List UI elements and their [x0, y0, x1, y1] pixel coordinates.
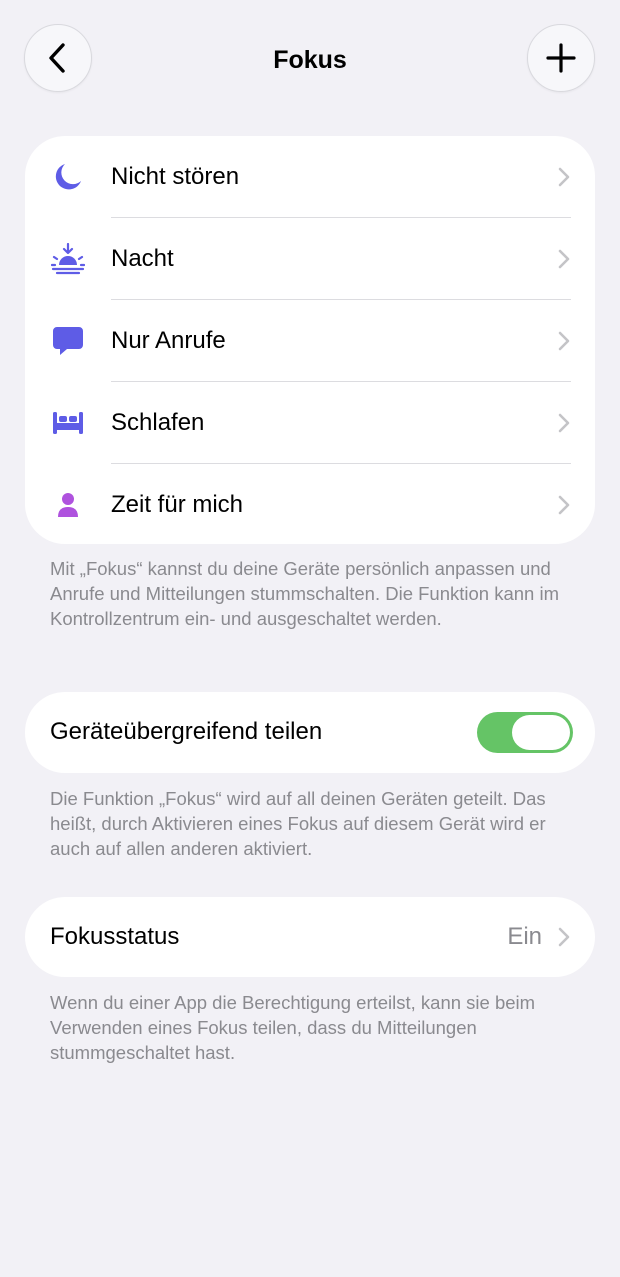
focus-item-label: Zeit für mich: [111, 491, 244, 518]
focus-status-value: Ein: [507, 923, 542, 950]
focus-item-night[interactable]: Nacht: [25, 218, 595, 300]
back-button[interactable]: [24, 24, 92, 92]
share-across-devices-label: Geräteübergreifend teilen: [50, 718, 323, 745]
focus-footnote: Mit „Fokus“ kannst du deine Geräte persö…: [50, 558, 560, 629]
focus-status-row[interactable]: Fokusstatus Ein: [25, 897, 595, 977]
focus-item-calls-only[interactable]: Nur Anrufe: [25, 300, 595, 382]
bed-icon: [51, 406, 85, 440]
page-title: Fokus: [273, 46, 347, 74]
add-focus-button[interactable]: [527, 24, 595, 92]
focus-item-label: Nacht: [111, 245, 174, 272]
plus-icon: [546, 43, 576, 73]
chevron-right-icon: [558, 413, 570, 433]
chevron-right-icon: [558, 167, 570, 187]
sunset-icon: [51, 242, 85, 276]
speech-bubble-icon: [51, 324, 85, 358]
focus-item-label: Schlafen: [111, 409, 205, 436]
navigation-bar: Fokus: [0, 0, 620, 120]
chevron-right-icon: [558, 249, 570, 269]
focus-item-do-not-disturb[interactable]: Nicht stören: [25, 136, 595, 218]
share-across-devices-row: Geräteübergreifend teilen: [25, 692, 595, 773]
share-across-devices-toggle[interactable]: [477, 712, 573, 753]
focus-status-label: Fokusstatus: [50, 923, 180, 950]
moon-icon: [51, 160, 85, 194]
focus-item-personal-time[interactable]: Zeit für mich: [25, 464, 595, 546]
person-icon: [51, 488, 85, 522]
share-footnote: Die Funktion „Fokus“ wird auf all deinen…: [50, 788, 546, 859]
status-footnote: Wenn du einer App die Berechtigung ertei…: [50, 992, 536, 1063]
chevron-right-icon: [558, 331, 570, 351]
chevron-right-icon: [558, 495, 570, 515]
focus-mode-list: Nicht stören Nacht Nur Anrufe Schlafen Z…: [25, 136, 595, 544]
chevron-left-icon: [49, 43, 65, 73]
chevron-right-icon: [558, 927, 570, 947]
focus-item-sleep[interactable]: Schlafen: [25, 382, 595, 464]
toggle-knob: [512, 715, 570, 750]
focus-item-label: Nur Anrufe: [111, 327, 226, 354]
focus-item-label: Nicht stören: [111, 163, 240, 190]
